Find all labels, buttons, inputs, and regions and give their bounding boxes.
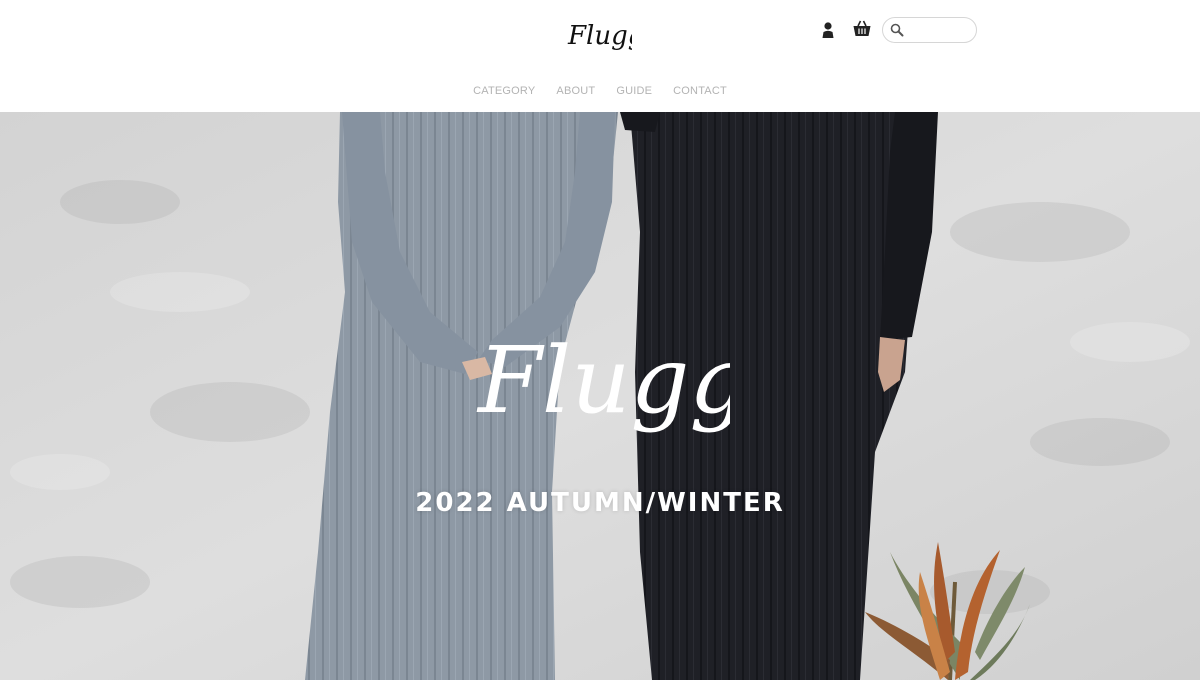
search-icon	[890, 23, 904, 37]
basket-icon[interactable]	[851, 19, 871, 39]
nav-item-category[interactable]: CATEGORY	[473, 85, 535, 97]
nav-item-about[interactable]: ABOUT	[556, 85, 595, 97]
search-input[interactable]	[905, 20, 971, 40]
hero-logo-text: Flugge	[476, 327, 730, 434]
nav-item-contact[interactable]: CONTACT	[673, 85, 727, 97]
brand-logo-text: Flugge	[567, 21, 632, 51]
nav-item-guide[interactable]: GUIDE	[616, 85, 652, 97]
brand-logo[interactable]: Flugge	[566, 18, 632, 60]
hero-logo: Flugge	[476, 327, 730, 434]
hero-banner[interactable]: Flugge 2022 AUTUMN/WINTER	[0, 112, 1200, 680]
site-header: Flugge CATEGORY ABOUT GUIDE CONTACT	[0, 0, 1200, 112]
main-nav: CATEGORY ABOUT GUIDE CONTACT	[0, 85, 1200, 97]
search-box[interactable]	[882, 17, 977, 43]
user-icon[interactable]	[818, 20, 838, 40]
hero-tagline: 2022 AUTUMN/WINTER	[415, 488, 785, 518]
